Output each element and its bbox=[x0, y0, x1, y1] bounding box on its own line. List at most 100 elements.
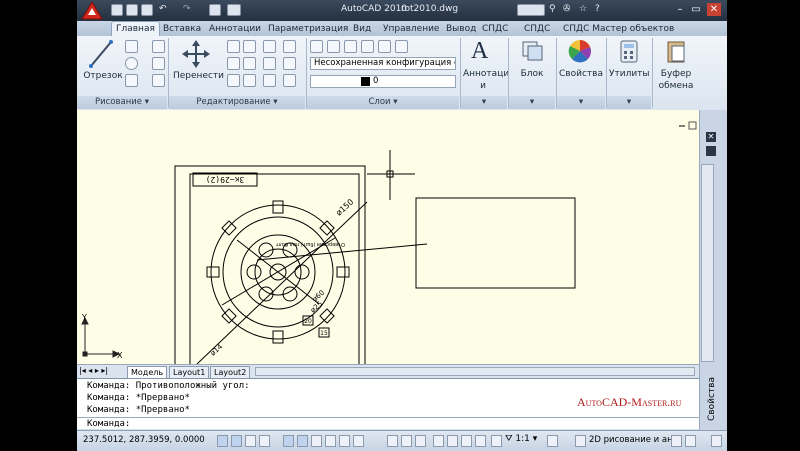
tab-spds-2[interactable]: СПДС bbox=[520, 22, 554, 36]
block-panel-footer[interactable]: ▾ bbox=[509, 96, 555, 109]
rotate-icon[interactable] bbox=[227, 40, 240, 53]
utilities-button[interactable]: Утилиты bbox=[609, 38, 650, 90]
mirror-icon[interactable] bbox=[227, 57, 240, 70]
modify-panel-footer[interactable]: Редактирование ▾ bbox=[169, 96, 305, 109]
palette-menu-icon[interactable] bbox=[706, 146, 716, 156]
hardware-acceleration-icon[interactable] bbox=[685, 435, 696, 447]
tab-output[interactable]: Вывод bbox=[442, 22, 480, 36]
minimize-icon[interactable]: – bbox=[673, 3, 687, 16]
star-icon[interactable]: ☆ bbox=[579, 4, 587, 14]
workspace-select[interactable]: 2D рисование и анн bbox=[589, 435, 678, 445]
toolbar-lock-icon[interactable] bbox=[671, 435, 682, 447]
utilities-panel-footer[interactable]: ▾ bbox=[607, 96, 651, 109]
pan-icon[interactable] bbox=[433, 435, 444, 447]
properties-button[interactable]: Свойства bbox=[559, 38, 603, 90]
layer-lock-icon[interactable] bbox=[378, 40, 391, 53]
properties-palette-tab[interactable]: Свойства bbox=[700, 370, 724, 430]
break-icon[interactable] bbox=[283, 74, 296, 87]
search-icon[interactable]: ⚲ bbox=[549, 4, 556, 14]
layer-freeze-icon[interactable] bbox=[361, 40, 374, 53]
snap-toggle[interactable] bbox=[217, 435, 228, 447]
open-icon[interactable] bbox=[126, 4, 138, 16]
annotation-visibility-icon[interactable] bbox=[491, 435, 502, 447]
vertical-scrollbar[interactable] bbox=[701, 164, 714, 362]
model-space-button[interactable] bbox=[387, 435, 398, 447]
workspace-gear-icon[interactable] bbox=[575, 435, 586, 447]
draw-panel-footer[interactable]: Рисование ▾ bbox=[77, 96, 167, 109]
grid-toggle[interactable] bbox=[231, 435, 242, 447]
otrack-toggle[interactable] bbox=[297, 435, 308, 447]
help-icon[interactable]: ? bbox=[595, 4, 600, 14]
maximize-icon[interactable]: ▭ bbox=[689, 3, 703, 16]
application-menu-button[interactable] bbox=[79, 0, 105, 21]
block-button[interactable]: Блок bbox=[511, 38, 553, 90]
tab-insert[interactable]: Вставка bbox=[159, 22, 205, 36]
annotation-autoscale-icon[interactable] bbox=[547, 435, 558, 447]
polar-toggle[interactable] bbox=[259, 435, 270, 447]
scale-icon[interactable] bbox=[243, 74, 256, 87]
annotation-scale-select[interactable]: ⛛ 1:1 ▾ bbox=[505, 434, 537, 444]
plot-icon[interactable] bbox=[209, 4, 221, 16]
erase-icon[interactable] bbox=[263, 40, 276, 53]
stretch-icon[interactable] bbox=[227, 74, 240, 87]
palette-close-icon[interactable]: ✕ bbox=[706, 132, 716, 142]
annotate-button[interactable]: A Аннотаци и bbox=[463, 38, 509, 94]
tab-manage[interactable]: Управление bbox=[379, 22, 443, 36]
annotate-panel-footer[interactable]: ▾ bbox=[461, 96, 507, 109]
tab-annotate[interactable]: Аннотации bbox=[205, 22, 265, 36]
horizontal-scrollbar[interactable] bbox=[255, 367, 695, 376]
arc-icon[interactable] bbox=[125, 74, 138, 87]
dyn-toggle[interactable] bbox=[325, 435, 336, 447]
command-window[interactable]: Команда: Противоположный угол: Команда: … bbox=[77, 378, 699, 429]
qp-toggle[interactable] bbox=[353, 435, 364, 447]
tools-icon[interactable]: ✇ bbox=[563, 4, 571, 14]
tab-home[interactable]: Главная bbox=[111, 21, 160, 36]
hatch-icon[interactable] bbox=[152, 57, 165, 70]
layout-quickview-button[interactable] bbox=[401, 435, 412, 447]
array-icon[interactable] bbox=[263, 74, 276, 87]
tab-spds-master[interactable]: СПДС Мастер объектов bbox=[559, 22, 678, 36]
undo-icon[interactable]: ↶ bbox=[159, 4, 167, 14]
showmotion-icon[interactable] bbox=[475, 435, 486, 447]
rectangle-icon[interactable] bbox=[152, 40, 165, 53]
drawing-area[interactable]: Зк−29(2) ø150 ø60 ø25 ø14 20 15 Отверсти… bbox=[77, 110, 699, 364]
clipboard-button[interactable]: Буфер обмена bbox=[654, 38, 698, 94]
tab-spds-1[interactable]: СПДС bbox=[478, 22, 512, 36]
circle-icon[interactable] bbox=[125, 57, 138, 70]
offset-icon[interactable] bbox=[283, 57, 296, 70]
clean-screen-icon[interactable] bbox=[711, 435, 722, 447]
polyline-icon[interactable] bbox=[125, 40, 138, 53]
trim-icon[interactable] bbox=[243, 40, 256, 53]
region-icon[interactable] bbox=[152, 74, 165, 87]
copy-icon[interactable] bbox=[243, 57, 256, 70]
search-box[interactable] bbox=[517, 4, 545, 16]
properties-panel-footer[interactable]: ▾ bbox=[557, 96, 605, 109]
qa-dropdown-icon[interactable] bbox=[227, 4, 241, 16]
fillet-icon[interactable] bbox=[263, 57, 276, 70]
lwt-toggle[interactable] bbox=[339, 435, 350, 447]
layer-state-select[interactable]: Несохраненная конфигурация сл bbox=[310, 57, 456, 70]
tab-parametric[interactable]: Параметризация bbox=[264, 22, 352, 36]
line-button[interactable]: Отрезок bbox=[81, 38, 123, 90]
command-prompt[interactable]: Команда: bbox=[87, 419, 130, 429]
steeringwheel-icon[interactable] bbox=[461, 435, 472, 447]
zoom-icon[interactable] bbox=[447, 435, 458, 447]
move-button[interactable]: Перенести bbox=[173, 38, 224, 90]
layer-properties-icon[interactable] bbox=[310, 40, 323, 53]
ortho-toggle[interactable] bbox=[245, 435, 256, 447]
explode-icon[interactable] bbox=[283, 40, 296, 53]
tab-view[interactable]: Вид bbox=[349, 22, 375, 36]
new-icon[interactable] bbox=[111, 4, 123, 16]
layout-nav-first[interactable]: |◂ ◂ ▸ ▸| bbox=[79, 366, 108, 375]
osnap-toggle[interactable] bbox=[283, 435, 294, 447]
viewport-controls[interactable] bbox=[679, 121, 697, 130]
close-icon[interactable]: ✕ bbox=[707, 3, 721, 16]
ducs-toggle[interactable] bbox=[311, 435, 322, 447]
layer-off-icon[interactable] bbox=[344, 40, 357, 53]
save-icon[interactable] bbox=[141, 4, 153, 16]
current-layer-select[interactable]: 0 bbox=[310, 75, 456, 88]
layer-iso-icon[interactable] bbox=[327, 40, 340, 53]
drawing-quickview-button[interactable] bbox=[415, 435, 426, 447]
redo-icon[interactable]: ↷ bbox=[183, 4, 191, 14]
layer-match-icon[interactable] bbox=[395, 40, 408, 53]
